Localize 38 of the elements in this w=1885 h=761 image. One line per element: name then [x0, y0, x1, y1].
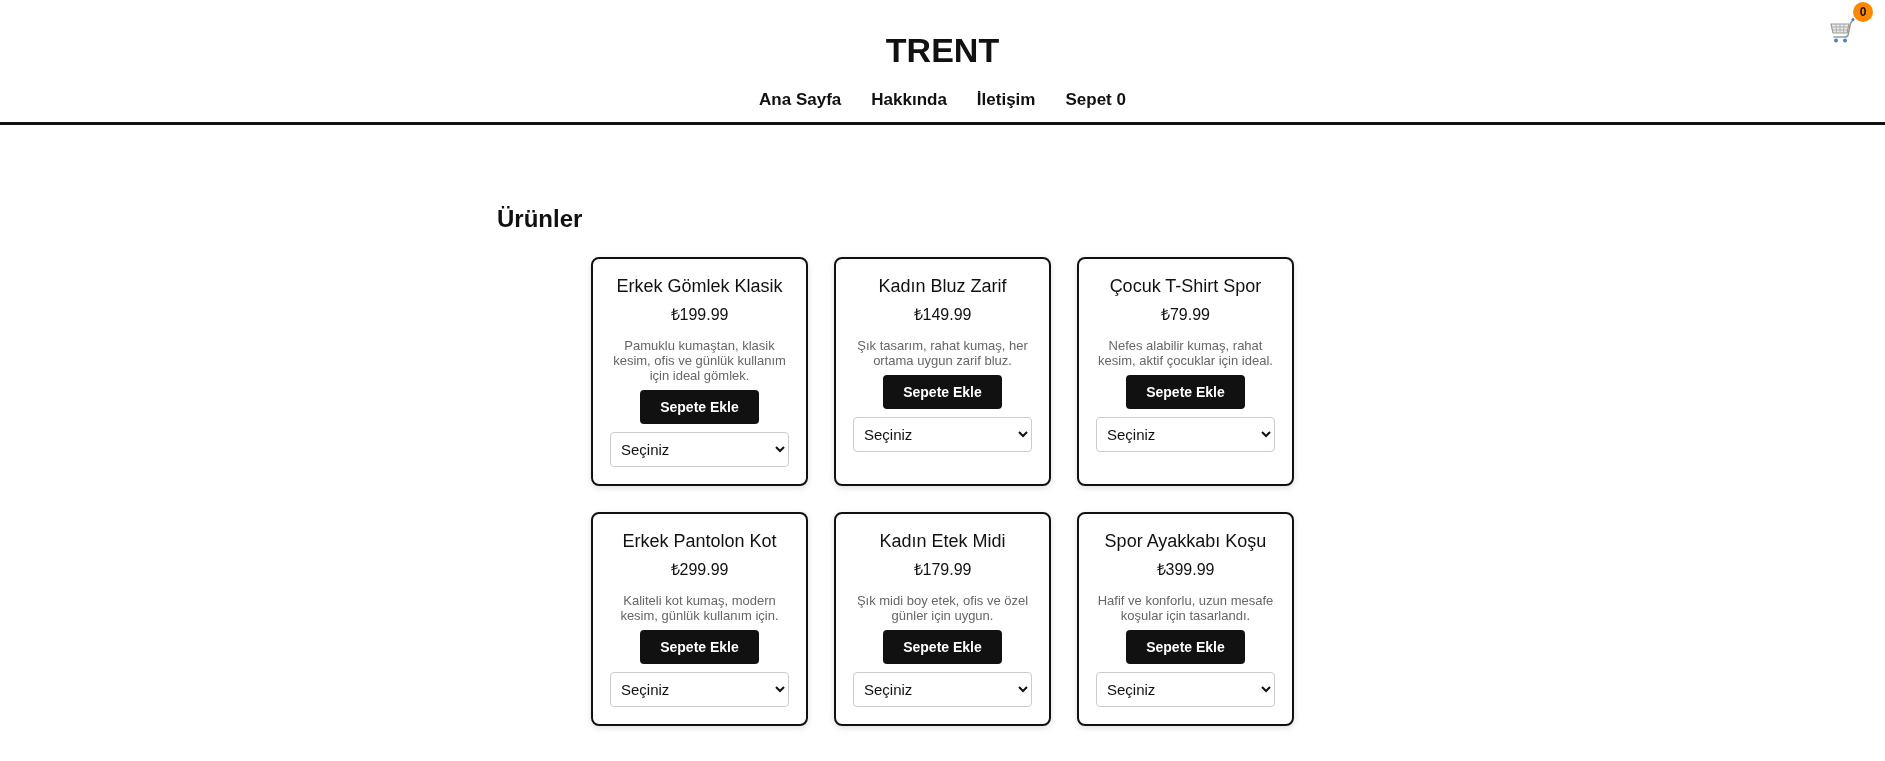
product-name: Erkek Pantolon Kot: [622, 530, 777, 552]
add-to-cart-button[interactable]: Sepete Ekle: [1126, 375, 1245, 409]
product-description: Nefes alabilir kumaş, rahat kesim, aktif çocuklar için ideal.: [1097, 338, 1274, 368]
product-name: Erkek Gömlek Klasik: [616, 275, 783, 297]
product-description: Şık tasarım, rahat kumaş, her ortama uygun zarif bluz.: [856, 338, 1029, 368]
product-price: ₺179.99: [913, 560, 972, 579]
add-to-cart-button[interactable]: Sepete Ekle: [883, 630, 1002, 664]
product-description: Şık midi boy etek, ofis ve özel günler için uygun.: [855, 593, 1030, 623]
product-price: ₺79.99: [1160, 305, 1210, 324]
add-to-cart-button[interactable]: Sepete Ekle: [1126, 630, 1245, 664]
product-description: Pamuklu kumaştan, klasik kesim, ofis ve günlük kullanım için ideal gömlek.: [612, 338, 787, 383]
add-to-cart-button[interactable]: Sepete Ekle: [640, 390, 759, 424]
product-price: ₺199.99: [670, 305, 729, 324]
option-dropdown[interactable]: Seçiniz: [1096, 417, 1275, 452]
add-to-cart-button[interactable]: Sepete Ekle: [640, 630, 759, 664]
option-dropdown[interactable]: Seçiniz: [1096, 672, 1275, 707]
product-price: ₺399.99: [1156, 560, 1215, 579]
product-name: Spor Ayakkabı Koşu: [1104, 530, 1267, 552]
nav-link[interactable]: Sepet 0: [1065, 90, 1126, 110]
product-name: Çocuk T-Shirt Spor: [1109, 275, 1262, 297]
cart-icon[interactable]: [1829, 17, 1855, 43]
product-price: ₺149.99: [913, 305, 972, 324]
nav-link[interactable]: Hakkında: [871, 90, 947, 110]
add-to-cart-button[interactable]: Sepete Ekle: [883, 375, 1002, 409]
nav-link[interactable]: Ana Sayfa: [759, 90, 842, 110]
option-dropdown[interactable]: Seçiniz: [853, 672, 1032, 707]
product-name: Kadın Bluz Zarif: [878, 275, 1007, 297]
option-dropdown[interactable]: Seçiniz: [853, 417, 1032, 452]
site-title: TRENT: [885, 30, 1000, 70]
nav-link[interactable]: İletişim: [976, 90, 1036, 110]
product-price: ₺299.99: [670, 560, 729, 579]
product-description: Kaliteli kot kumaş, modern kesim, günlük kullanım için.: [619, 593, 780, 623]
option-dropdown[interactable]: Seçiniz: [610, 432, 789, 467]
section-heading: Ürünler: [497, 204, 583, 233]
product-name: Kadın Etek Midi: [879, 530, 1006, 552]
option-dropdown[interactable]: Seçiniz: [610, 672, 789, 707]
product-description: Hafif ve konforlu, uzun mesafe koşular için tasarlandı.: [1096, 593, 1275, 623]
cart-count-badge: 0: [1853, 2, 1873, 22]
